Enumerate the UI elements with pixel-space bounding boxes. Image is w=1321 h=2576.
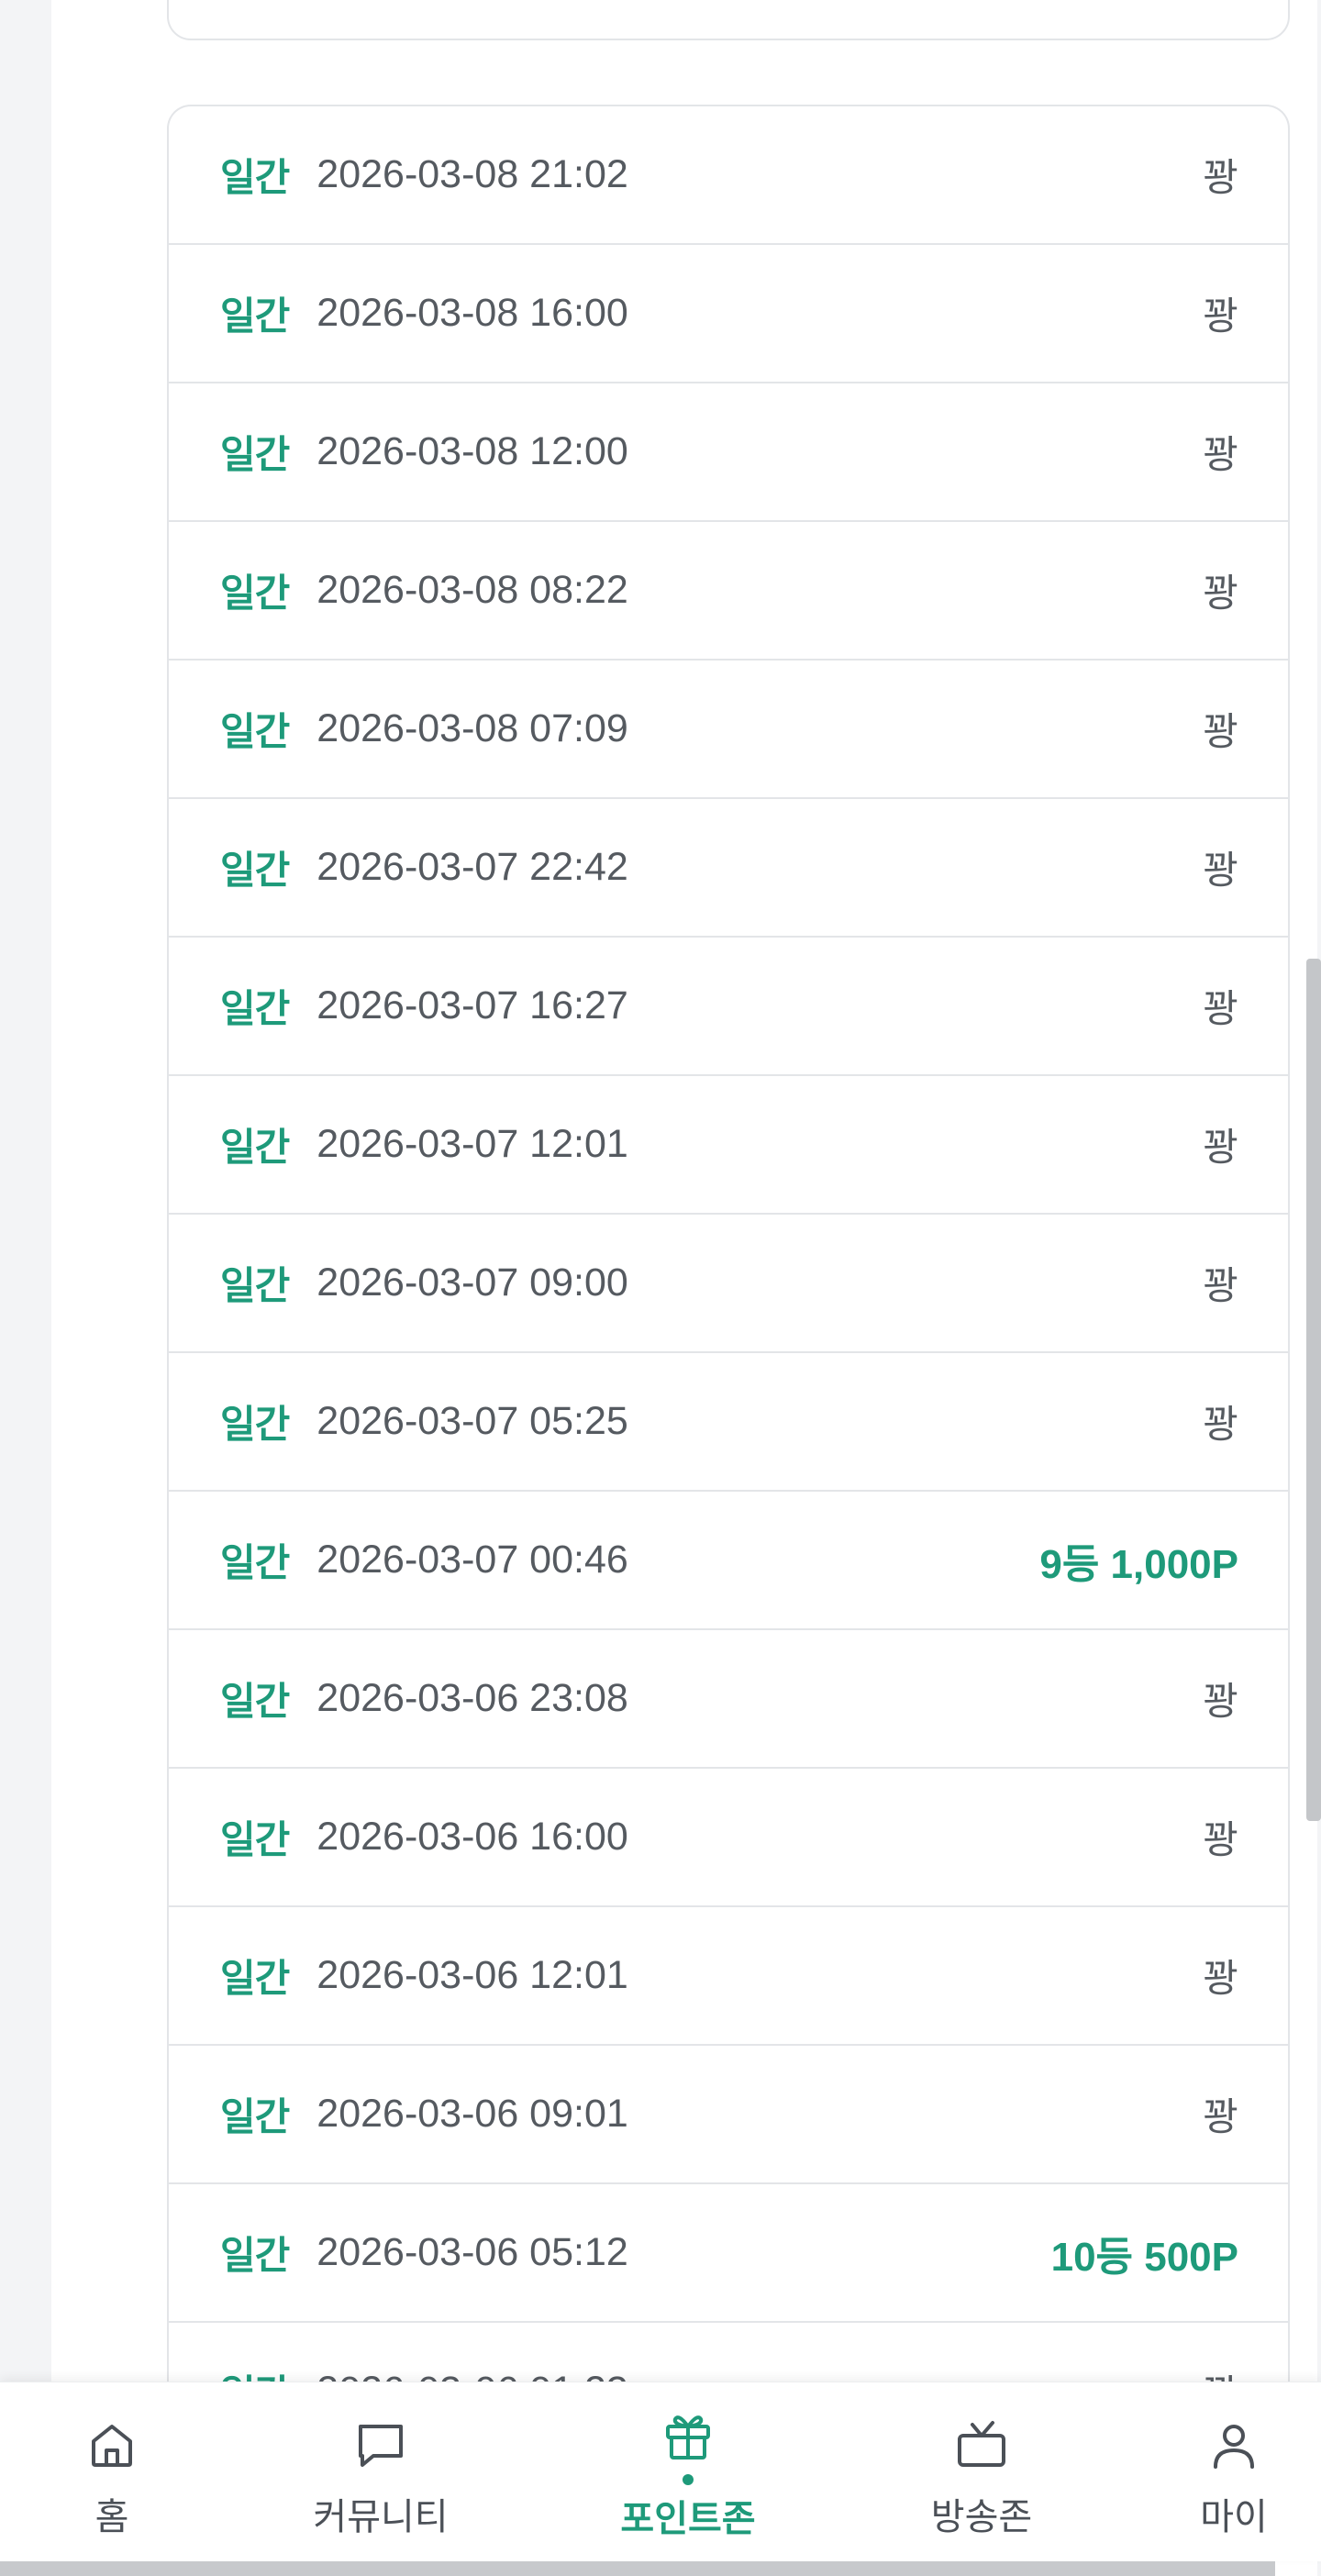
entry-result: 꽝 <box>1203 1263 1238 1308</box>
previous-card <box>167 0 1290 40</box>
list-item[interactable]: 일간 2026-03-07 12:01 꽝 <box>169 1076 1288 1215</box>
entry-type: 일간 <box>220 1679 290 1724</box>
nav-item-home[interactable]: 홈 <box>57 2382 167 2562</box>
list-item[interactable]: 일간 2026-03-08 12:00 꽝 <box>169 383 1288 522</box>
list-item[interactable]: 일간 2026-03-07 05:25 꽝 <box>169 1353 1288 1492</box>
page-content: 일간 2026-03-08 21:02 꽝 일간 2026-03-08 16:0… <box>51 0 1317 2576</box>
entry-result: 꽝 <box>1203 709 1238 754</box>
entry-date: 2026-03-07 09:00 <box>316 1260 628 1305</box>
tv-icon <box>958 2421 1005 2467</box>
entry-result: 9등 1,000P <box>1039 1541 1238 1587</box>
entry-result: 꽝 <box>1203 848 1238 893</box>
entry-type: 일간 <box>220 1125 290 1170</box>
entry-type: 일간 <box>220 155 290 200</box>
entry-date: 2026-03-08 07:09 <box>316 706 628 750</box>
nav-label: 홈 <box>94 2496 129 2538</box>
entry-result: 꽝 <box>1203 432 1238 477</box>
entry-date: 2026-03-06 05:12 <box>316 2230 628 2274</box>
nav-label: 방송존 <box>930 2496 1033 2538</box>
entry-type: 일간 <box>220 432 290 477</box>
entry-type: 일간 <box>220 709 290 754</box>
entry-date: 2026-03-07 05:25 <box>316 1399 628 1443</box>
active-indicator <box>683 2474 694 2485</box>
entry-result: 꽝 <box>1203 1679 1238 1724</box>
entry-result: 꽝 <box>1203 1125 1238 1170</box>
entry-type: 일간 <box>220 1402 290 1447</box>
list-item[interactable]: 일간 2026-03-07 16:27 꽝 <box>169 938 1288 1076</box>
entry-type: 일간 <box>220 1817 290 1862</box>
list-item[interactable]: 일간 2026-03-06 12:01 꽝 <box>169 1907 1288 2046</box>
list-item[interactable]: 일간 2026-03-06 09:01 꽝 <box>169 2046 1288 2184</box>
list-item[interactable]: 일간 2026-03-07 00:46 9등 1,000P <box>169 1492 1288 1630</box>
entry-date: 2026-03-06 23:08 <box>316 1676 628 1720</box>
gift-icon <box>666 2415 710 2459</box>
list-item[interactable]: 일간 2026-03-08 21:02 꽝 <box>169 106 1288 245</box>
entry-result: 꽝 <box>1203 986 1238 1031</box>
list-item[interactable]: 일간 2026-03-08 16:00 꽝 <box>169 245 1288 383</box>
nav-label: 커뮤니티 <box>313 2496 449 2538</box>
list-item[interactable]: 일간 2026-03-06 05:12 10등 500P <box>169 2184 1288 2323</box>
list-item[interactable]: 일간 2026-03-06 23:08 꽝 <box>169 1630 1288 1769</box>
entry-result: 꽝 <box>1203 1402 1238 1447</box>
entry-result: 꽝 <box>1203 2094 1238 2139</box>
entry-date: 2026-03-07 12:01 <box>316 1122 628 1166</box>
nav-label: 마이 <box>1200 2496 1268 2538</box>
nav-item-broadcast[interactable]: 방송존 <box>917 2382 1046 2562</box>
list-item[interactable]: 일간 2026-03-07 09:00 꽝 <box>169 1215 1288 1353</box>
nav-item-community[interactable]: 커뮤니티 <box>289 2382 472 2562</box>
entry-date: 2026-03-08 16:00 <box>316 291 628 335</box>
list-item[interactable]: 일간 2026-03-08 08:22 꽝 <box>169 522 1288 661</box>
scrollbar[interactable] <box>1306 959 1321 1821</box>
system-bar <box>0 2561 1275 2576</box>
entry-type: 일간 <box>220 848 290 893</box>
entry-result: 10등 500P <box>1050 2234 1238 2280</box>
entry-date: 2026-03-07 22:42 <box>316 845 628 889</box>
user-icon <box>1214 2425 1254 2469</box>
home-icon <box>92 2425 132 2467</box>
entry-result: 꽝 <box>1203 1956 1238 2001</box>
entry-type: 일간 <box>220 294 290 339</box>
nav-label: 포인트존 <box>620 2498 756 2540</box>
list-item[interactable]: 일간 2026-03-06 16:00 꽝 <box>169 1769 1288 1907</box>
entry-date: 2026-03-08 12:00 <box>316 429 628 473</box>
nav-item-my[interactable]: 마이 <box>1183 2382 1284 2562</box>
bottom-nav: 홈 커뮤니티 포인트존 방송존 마이 <box>0 2382 1321 2561</box>
history-list: 일간 2026-03-08 21:02 꽝 일간 2026-03-08 16:0… <box>167 105 1290 2490</box>
entry-result: 꽝 <box>1203 294 1238 339</box>
entry-type: 일간 <box>220 1540 290 1585</box>
entry-type: 일간 <box>220 2233 290 2278</box>
entry-date: 2026-03-08 21:02 <box>316 152 628 196</box>
list-item[interactable]: 일간 2026-03-08 07:09 꽝 <box>169 661 1288 799</box>
entry-date: 2026-03-06 09:01 <box>316 2092 628 2136</box>
entry-type: 일간 <box>220 1956 290 2001</box>
entry-date: 2026-03-07 00:46 <box>316 1538 628 1582</box>
entry-type: 일간 <box>220 2094 290 2139</box>
nav-item-pointzone[interactable]: 포인트존 <box>596 2382 780 2562</box>
entry-date: 2026-03-08 08:22 <box>316 568 628 612</box>
entry-date: 2026-03-06 12:01 <box>316 1953 628 1997</box>
entry-date: 2026-03-06 16:00 <box>316 1815 628 1859</box>
entry-result: 꽝 <box>1203 571 1238 616</box>
list-item[interactable]: 일간 2026-03-07 22:42 꽝 <box>169 799 1288 938</box>
entry-type: 일간 <box>220 571 290 616</box>
entry-type: 일간 <box>220 986 290 1031</box>
entry-result: 꽝 <box>1203 155 1238 200</box>
entry-type: 일간 <box>220 1263 290 1308</box>
chat-bubble-icon <box>359 2425 403 2467</box>
entry-date: 2026-03-07 16:27 <box>316 983 628 1027</box>
entry-result: 꽝 <box>1203 1817 1238 1862</box>
